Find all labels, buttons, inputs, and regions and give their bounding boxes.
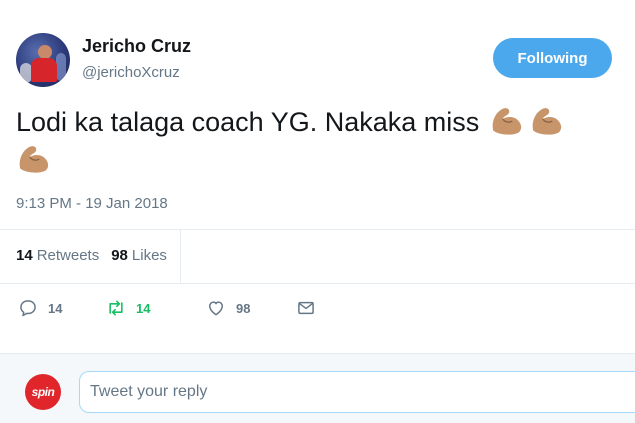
author-handle[interactable]: @jerichoXcruz <box>82 64 180 81</box>
flexed-biceps-icon <box>19 146 49 173</box>
retweets-stat-label: Retweets <box>36 247 100 264</box>
likes-stat[interactable]: 98 Likes <box>111 247 167 264</box>
envelope-icon <box>298 301 314 315</box>
like-count: 98 <box>236 300 251 316</box>
author-display-name[interactable]: Jericho Cruz <box>82 36 191 57</box>
flexed-biceps-icon <box>492 108 521 135</box>
retweet-icon <box>109 300 123 316</box>
tweet-text: Lodi ka talaga coach YG. Nakaka miss <box>16 103 626 179</box>
tweet-actions: 14 14 98 <box>18 298 316 318</box>
retweets-stat-count: 14 <box>16 247 33 264</box>
reply-icon <box>20 300 36 317</box>
reply-button[interactable]: 14 <box>18 298 106 318</box>
reply-input[interactable] <box>79 371 635 413</box>
like-button[interactable]: 98 <box>206 298 296 318</box>
reply-count: 14 <box>48 300 63 316</box>
heart-icon <box>209 301 223 316</box>
flexed-biceps-icon <box>532 108 561 135</box>
divider <box>0 283 635 284</box>
retweets-stat[interactable]: 14 Retweets <box>16 247 99 264</box>
tweet-timestamp[interactable]: 9:13 PM - 19 Jan 2018 <box>16 195 168 212</box>
likes-stat-count: 98 <box>111 247 128 264</box>
retweet-button[interactable]: 14 <box>106 298 206 318</box>
tweet-text-body: Lodi ka talaga coach YG. Nakaka miss <box>16 107 480 137</box>
retweet-count: 14 <box>136 300 151 316</box>
author-avatar[interactable] <box>16 33 70 87</box>
tweet-stats: 14 Retweets 98 Likes <box>16 247 167 264</box>
divider <box>0 229 635 230</box>
following-button[interactable]: Following <box>493 38 612 78</box>
stats-divider <box>180 229 181 283</box>
likes-stat-label: Likes <box>131 247 167 264</box>
current-user-avatar[interactable]: spin <box>25 374 61 410</box>
direct-message-button[interactable] <box>296 298 316 318</box>
